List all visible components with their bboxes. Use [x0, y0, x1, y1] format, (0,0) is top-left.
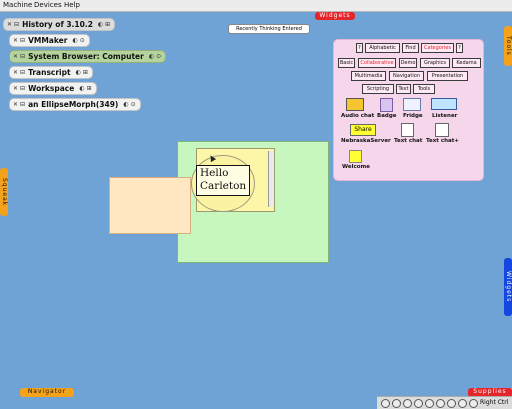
category-presentation[interactable]: Presentation [427, 71, 468, 81]
category-graphics[interactable]: Graphics [420, 58, 450, 68]
capture-icon[interactable] [458, 399, 467, 408]
menu-icon[interactable]: ◐ [149, 53, 154, 60]
menu-icon[interactable]: ◐ [72, 37, 77, 44]
text-chat-plus-icon[interactable] [435, 123, 449, 137]
audio-icon[interactable] [403, 399, 412, 408]
nebraska-server-icon[interactable]: Share [350, 124, 376, 136]
collapse-icon[interactable]: ⊟ [20, 85, 25, 92]
text-line-2: Carleton [200, 180, 247, 192]
window-title: an EllipseMorph(349) [28, 100, 119, 109]
tool-label-welcome: Welcome [342, 164, 370, 170]
close-icon[interactable]: ✕ [13, 101, 18, 108]
category-text[interactable]: Text [396, 84, 411, 94]
tool-label-nebraska-server: NebraskaServer [341, 138, 391, 144]
expand-icon[interactable]: ⊞ [105, 21, 110, 28]
collapse-icon[interactable]: ⊟ [20, 53, 25, 60]
categories-button[interactable]: Categories [421, 43, 454, 53]
category-collaborative[interactable]: Collaborative [358, 58, 396, 68]
category-tools[interactable]: Tools [413, 84, 435, 94]
disk-icon[interactable] [381, 399, 390, 408]
close-icon[interactable]: ✕ [13, 69, 18, 76]
close-icon[interactable]: ✕ [13, 85, 18, 92]
category-basic[interactable]: Basic [338, 58, 355, 68]
host-status-bar: Right Ctrl [377, 396, 512, 409]
top-flap-tab[interactable]: Widgets [315, 12, 355, 20]
category-kedama[interactable]: Kedama [452, 58, 481, 68]
window-ellipsemorph[interactable]: ✕ ⊟ an EllipseMorph(349) ◐ ⊙ [9, 98, 141, 111]
window-title: Workspace [28, 84, 75, 93]
help-button-left[interactable]: ? [356, 43, 363, 53]
display-icon[interactable] [447, 399, 456, 408]
usb-icon[interactable] [425, 399, 434, 408]
host-key-label: Right Ctrl [480, 399, 509, 406]
menu-icon[interactable]: ◐ [76, 69, 81, 76]
expand-icon[interactable]: ⊞ [87, 85, 92, 92]
close-icon[interactable]: ✕ [13, 37, 18, 44]
expand-icon[interactable]: ⊞ [83, 69, 88, 76]
category-scripting[interactable]: Scripting [362, 84, 394, 94]
tool-label-badge: Badge [377, 113, 397, 119]
tool-label-listener: Listener [432, 113, 458, 119]
alphabetic-button[interactable]: Alphabetic [365, 43, 400, 53]
badge-icon[interactable] [380, 98, 393, 112]
collapse-icon[interactable]: ⊟ [14, 21, 19, 28]
window-system-browser[interactable]: ✕ ⊟ System Browser: Computer ◐ ⊙ [9, 50, 167, 63]
squeak-flap-tab[interactable]: Squeak [0, 168, 8, 216]
widgets-flap-tab[interactable]: Widgets [504, 258, 512, 316]
close-icon[interactable]: ✕ [13, 53, 18, 60]
window-title: History of 3.10.2 [22, 20, 93, 29]
window-title: System Browser: Computer [28, 52, 144, 61]
close-icon[interactable]: ✕ [7, 21, 12, 28]
listener-icon[interactable] [431, 98, 457, 110]
menu-machine[interactable]: Machine [3, 1, 32, 9]
window-workspace[interactable]: ✕ ⊟ Workspace ◐ ⊞ [9, 82, 97, 95]
tools-flap-tab[interactable]: Tools [504, 26, 512, 66]
audio-chat-icon[interactable] [346, 98, 364, 111]
text-line-1: Hello [200, 167, 229, 179]
text-chat-icon[interactable] [401, 123, 414, 137]
tool-label-text-chat-plus: Text chat+ [426, 138, 459, 144]
peach-rectangle[interactable] [109, 177, 191, 234]
window-vmmaker[interactable]: ✕ ⊟ VMMaker ◐ ⊙ [9, 34, 90, 47]
welcome-icon[interactable] [349, 150, 362, 163]
hello-text-morph[interactable]: Hello Carleton [196, 165, 250, 196]
collapse-icon[interactable]: ⊟ [20, 69, 25, 76]
window-history[interactable]: ✕ ⊟ History of 3.10.2 ◐ ⊞ [3, 18, 116, 31]
category-navigation[interactable]: Navigation [389, 71, 424, 81]
host-menu-bar: Machine Devices Help [0, 0, 512, 12]
pending-changes-label[interactable]: Recently Thinking Entered [228, 24, 310, 34]
collapse-icon[interactable]: ⊟ [20, 37, 25, 44]
menu-help[interactable]: Help [64, 1, 80, 9]
fridge-icon[interactable] [403, 98, 421, 111]
network-icon[interactable] [414, 399, 423, 408]
navigator-flap-tab[interactable]: Navigator [20, 388, 74, 397]
collapse-icon[interactable]: ⊟ [20, 101, 25, 108]
tool-label-audio-chat: Audio chat [341, 113, 375, 119]
help-button-right[interactable]: ? [456, 43, 463, 53]
find-button[interactable]: Find [402, 43, 419, 53]
expand-icon[interactable]: ⊙ [131, 101, 136, 108]
pane-scrollbar[interactable] [268, 151, 273, 207]
menu-icon[interactable]: ◐ [79, 85, 84, 92]
menu-icon[interactable]: ◐ [123, 101, 128, 108]
category-multimedia[interactable]: Multimedia [351, 71, 386, 81]
expand-icon[interactable]: ⊙ [156, 53, 161, 60]
window-transcript[interactable]: ✕ ⊟ Transcript ◐ ⊞ [9, 66, 93, 79]
category-demo[interactable]: Demo [399, 58, 417, 68]
window-title: Transcript [28, 68, 71, 77]
tool-label-text-chat: Text chat [394, 138, 423, 144]
keyboard-icon[interactable] [469, 399, 478, 408]
objects-catalog-window[interactable]: ? Alphabetic Find Categories ? Basic Col… [333, 39, 484, 181]
window-title: VMMaker [28, 36, 68, 45]
expand-icon[interactable]: ⊙ [80, 37, 85, 44]
tool-label-fridge: Fridge [403, 113, 423, 119]
optical-icon[interactable] [392, 399, 401, 408]
menu-devices[interactable]: Devices [34, 1, 62, 9]
menu-icon[interactable]: ◐ [98, 21, 103, 28]
shared-folder-icon[interactable] [436, 399, 445, 408]
